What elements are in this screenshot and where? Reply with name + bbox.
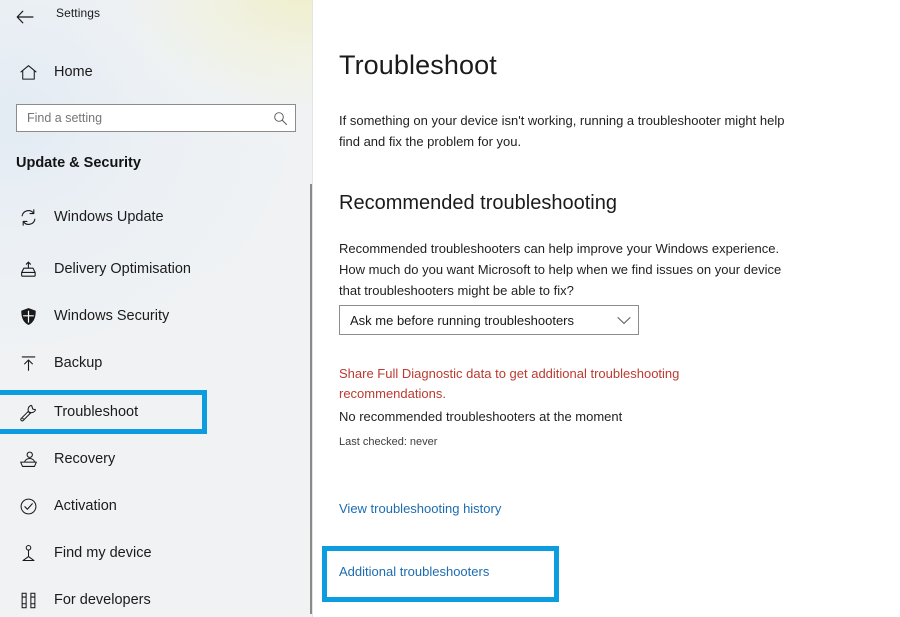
search-icon[interactable] (265, 105, 295, 131)
sidebar-item-windows-security[interactable]: Windows Security (0, 297, 305, 335)
sidebar-item-recovery[interactable]: Recovery (0, 440, 305, 478)
wrench-icon (14, 403, 42, 422)
check-circle-icon (14, 497, 42, 516)
home-icon (8, 64, 48, 81)
find-device-person-pin-icon (14, 544, 42, 563)
sidebar-item-label: Troubleshoot (54, 404, 139, 420)
sidebar-item-delivery-optimisation[interactable]: Delivery Optimisation (0, 250, 305, 288)
back-arrow-icon (16, 10, 34, 24)
recommended-troubleshooting-description: Recommended troubleshooters can help imp… (339, 241, 782, 298)
settings-window: Settings Home Update & Security (0, 0, 900, 617)
title-bar: Settings (0, 0, 313, 34)
sidebar-item-label: For developers (54, 592, 151, 608)
recommended-troubleshooting-dropdown[interactable]: Ask me before running troubleshooters (339, 305, 639, 335)
sidebar-item-label: Delivery Optimisation (54, 261, 191, 277)
developer-tools-icon (14, 591, 42, 610)
back-button[interactable] (8, 3, 42, 31)
sidebar-item-label: Recovery (54, 451, 116, 467)
additional-troubleshooters-link[interactable]: Additional troubleshooters (339, 564, 489, 579)
dropdown-selected-value: Ask me before running troubleshooters (350, 312, 575, 328)
sidebar-item-label: Backup (54, 355, 103, 371)
sidebar-item-backup[interactable]: Backup (0, 344, 305, 382)
page-title: Troubleshoot (339, 50, 497, 80)
sidebar-item-troubleshoot[interactable]: Troubleshoot (0, 393, 305, 431)
sync-refresh-icon (14, 208, 42, 227)
app-title: Settings (56, 6, 101, 20)
search-box[interactable] (16, 104, 296, 132)
sidebar-item-label: Activation (54, 498, 117, 514)
sidebar-item-activation[interactable]: Activation (0, 487, 305, 525)
delivery-box-icon (14, 260, 42, 279)
sidebar-item-home[interactable]: Home (0, 57, 305, 87)
search-input[interactable] (17, 106, 266, 130)
recovery-person-tray-icon (14, 450, 42, 469)
sidebar-item-for-developers[interactable]: For developers (0, 581, 305, 617)
main-content: Troubleshoot If something on your device… (313, 0, 900, 617)
sidebar-item-label: Windows Update (54, 209, 164, 225)
recommended-status-text: No recommended troubleshooters at the mo… (339, 409, 623, 424)
sidebar-item-find-my-device[interactable]: Find my device (0, 534, 305, 572)
upload-arrow-icon (14, 354, 42, 373)
sidebar-section-title: Update & Security (16, 155, 141, 171)
diagnostic-data-warning: Share Full Diagnostic data to get additi… (339, 366, 680, 401)
sidebar: Settings Home Update & Security (0, 0, 313, 617)
recommended-troubleshooting-heading: Recommended troubleshooting (339, 192, 617, 214)
view-troubleshooting-history-link[interactable]: View troubleshooting history (339, 501, 501, 516)
sidebar-item-label: Find my device (54, 545, 152, 561)
sidebar-item-label-home: Home (54, 64, 93, 80)
sidebar-item-label: Windows Security (54, 308, 170, 324)
chevron-down-icon (610, 316, 638, 325)
sidebar-item-windows-update[interactable]: Windows Update (0, 198, 305, 236)
shield-icon (14, 307, 42, 326)
last-checked-text: Last checked: never (339, 436, 438, 448)
intro-text: If something on your device isn't workin… (339, 113, 785, 149)
